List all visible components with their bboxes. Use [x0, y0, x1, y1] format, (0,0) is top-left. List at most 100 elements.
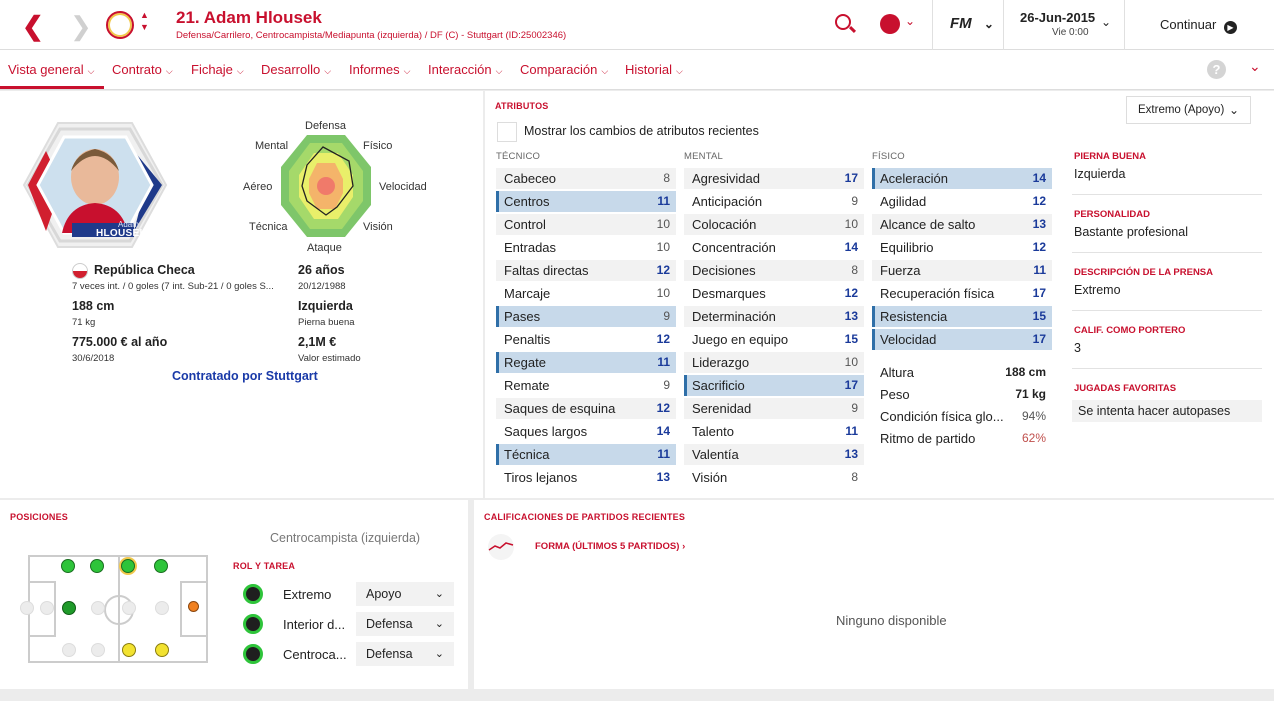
- tab-vista-general[interactable]: Vista general ⌵: [8, 62, 94, 77]
- stat-row: Peso 71 kg: [872, 384, 1052, 405]
- attribute-row[interactable]: Fuerza 11: [872, 260, 1052, 281]
- chevron-down-icon: ⌵: [324, 66, 332, 76]
- attribute-row[interactable]: Cabeceo 8: [496, 168, 676, 189]
- position-dot-amr[interactable]: [155, 643, 169, 657]
- attribute-row[interactable]: Recuperación física 17: [872, 283, 1052, 304]
- attribute-row[interactable]: Visión 8: [684, 467, 864, 488]
- position-dot-selected[interactable]: [121, 559, 135, 573]
- position-dot-empty[interactable]: [62, 643, 76, 657]
- position-dot-empty[interactable]: [91, 643, 105, 657]
- attribute-row[interactable]: Centros 11: [496, 191, 676, 212]
- attribute-row[interactable]: Saques largos 14: [496, 421, 676, 442]
- forward-arrow-icon[interactable]: ❯: [70, 11, 92, 42]
- chevron-down-icon[interactable]: ⌄: [905, 14, 915, 28]
- attribute-row[interactable]: Determinación 13: [684, 306, 864, 327]
- up-down-icon[interactable]: ▲ ▼: [140, 9, 149, 33]
- chevron-down-icon[interactable]: ⌄: [1101, 15, 1111, 29]
- attribute-row[interactable]: Liderazgo 10: [684, 352, 864, 373]
- attribute-row[interactable]: Valentía 13: [684, 444, 864, 465]
- radar-label-vision: Visión: [363, 221, 393, 233]
- chevron-down-icon[interactable]: ⌄: [1249, 58, 1261, 75]
- help-icon[interactable]: ?: [1207, 60, 1226, 79]
- tab-contrato[interactable]: Contrato ⌵: [112, 62, 173, 77]
- attribute-name: Pases: [504, 309, 541, 324]
- attribute-row[interactable]: Técnica 11: [496, 444, 676, 465]
- attribute-value: 13: [656, 470, 670, 484]
- attribute-value: 9: [663, 378, 670, 392]
- duty-select[interactable]: Apoyo ⌄: [356, 582, 454, 606]
- tab-label: Desarrollo: [261, 62, 321, 77]
- attribute-name: Talento: [692, 424, 734, 439]
- attribute-row[interactable]: Velocidad 17: [872, 329, 1052, 350]
- tab-informes[interactable]: Informes ⌵: [349, 62, 410, 77]
- position-dot-empty[interactable]: [122, 601, 136, 615]
- show-changes-checkbox[interactable]: [497, 122, 517, 142]
- attribute-row[interactable]: Penaltis 12: [496, 329, 676, 350]
- attribute-row[interactable]: Control 10: [496, 214, 676, 235]
- attribute-row[interactable]: Pases 9: [496, 306, 676, 327]
- attribute-row[interactable]: Juego en equipo 15: [684, 329, 864, 350]
- form-link[interactable]: FORMA (ÚLTIMOS 5 PARTIDOS) ›: [535, 541, 685, 552]
- attribute-row[interactable]: Concentración 14: [684, 237, 864, 258]
- duty-select[interactable]: Defensa ⌄: [356, 612, 454, 636]
- attribute-row[interactable]: Alcance de salto 13: [872, 214, 1052, 235]
- attribute-value: 17: [1032, 332, 1046, 346]
- attribute-row[interactable]: Saques de esquina 12: [496, 398, 676, 419]
- attribute-row[interactable]: Agresividad 17: [684, 168, 864, 189]
- position-dot-empty[interactable]: [40, 601, 54, 615]
- attribute-value: 12: [656, 332, 670, 346]
- position-dot-dl[interactable]: [154, 559, 168, 573]
- stat-row: Altura 188 cm: [872, 362, 1052, 383]
- tab-label: Contrato: [112, 62, 162, 77]
- attribute-row[interactable]: Serenidad 9: [684, 398, 864, 419]
- attribute-row[interactable]: Colocación 10: [684, 214, 864, 235]
- attribute-value: 8: [851, 470, 858, 484]
- position-dot-empty[interactable]: [155, 601, 169, 615]
- attribute-row[interactable]: Desmarques 12: [684, 283, 864, 304]
- position-dot-mr[interactable]: [122, 643, 136, 657]
- tab-fichaje[interactable]: Fichaje ⌵: [191, 62, 244, 77]
- attribute-row[interactable]: Sacrificio 17: [684, 375, 864, 396]
- role-select[interactable]: Extremo (Apoyo) ⌄: [1126, 96, 1251, 124]
- contracted-by-link[interactable]: Contratado por Stuttgart: [172, 369, 318, 383]
- role-rating-icon: [243, 614, 263, 634]
- attribute-value: 12: [844, 286, 858, 300]
- position-dot-ml[interactable]: [90, 559, 104, 573]
- divider: [1072, 194, 1262, 195]
- attribute-row[interactable]: Entradas 10: [496, 237, 676, 258]
- fm-menu[interactable]: FM ⌄: [950, 15, 994, 32]
- globe-icon[interactable]: [880, 14, 900, 34]
- tab-desarrollo[interactable]: Desarrollo ⌵: [261, 62, 331, 77]
- attribute-value: 12: [1032, 194, 1046, 208]
- attribute-row[interactable]: Agilidad 12: [872, 191, 1052, 212]
- attribute-row[interactable]: Faltas directas 12: [496, 260, 676, 281]
- attribute-row[interactable]: Resistencia 15: [872, 306, 1052, 327]
- position-dot-empty[interactable]: [20, 601, 34, 615]
- attribute-row[interactable]: Decisiones 8: [684, 260, 864, 281]
- position-dot-aml[interactable]: [61, 559, 75, 573]
- duty-select[interactable]: Defensa ⌄: [356, 642, 454, 666]
- radar-label-mental: Mental: [255, 140, 289, 152]
- position-dot-empty[interactable]: [91, 601, 105, 615]
- attribute-value: 10: [844, 355, 858, 369]
- date-label[interactable]: 26-Jun-2015: [1020, 10, 1095, 25]
- attribute-value: 15: [844, 332, 858, 346]
- attribute-name: Serenidad: [692, 401, 752, 416]
- attribute-row[interactable]: Marcaje 10: [496, 283, 676, 304]
- attribute-row[interactable]: Talento 11: [684, 421, 864, 442]
- tab-historial[interactable]: Historial ⌵: [625, 62, 683, 77]
- attribute-value: 17: [844, 171, 858, 185]
- attribute-row[interactable]: Anticipación 9: [684, 191, 864, 212]
- position-dot-dc[interactable]: [188, 601, 199, 612]
- back-arrow-icon[interactable]: ❮: [22, 11, 44, 42]
- attribute-row[interactable]: Remate 9: [496, 375, 676, 396]
- tab-interaccion[interactable]: Interacción ⌵: [428, 62, 502, 77]
- tab-comparacion[interactable]: Comparación ⌵: [520, 62, 608, 77]
- attribute-row[interactable]: Tiros lejanos 13: [496, 467, 676, 488]
- attribute-row[interactable]: Aceleración 14: [872, 168, 1052, 189]
- position-dot-wbl[interactable]: [62, 601, 76, 615]
- continue-button[interactable]: Continuar ▶: [1160, 17, 1237, 34]
- attribute-row[interactable]: Regate 11: [496, 352, 676, 373]
- nationality[interactable]: República Checa: [94, 263, 195, 277]
- attribute-row[interactable]: Equilibrio 12: [872, 237, 1052, 258]
